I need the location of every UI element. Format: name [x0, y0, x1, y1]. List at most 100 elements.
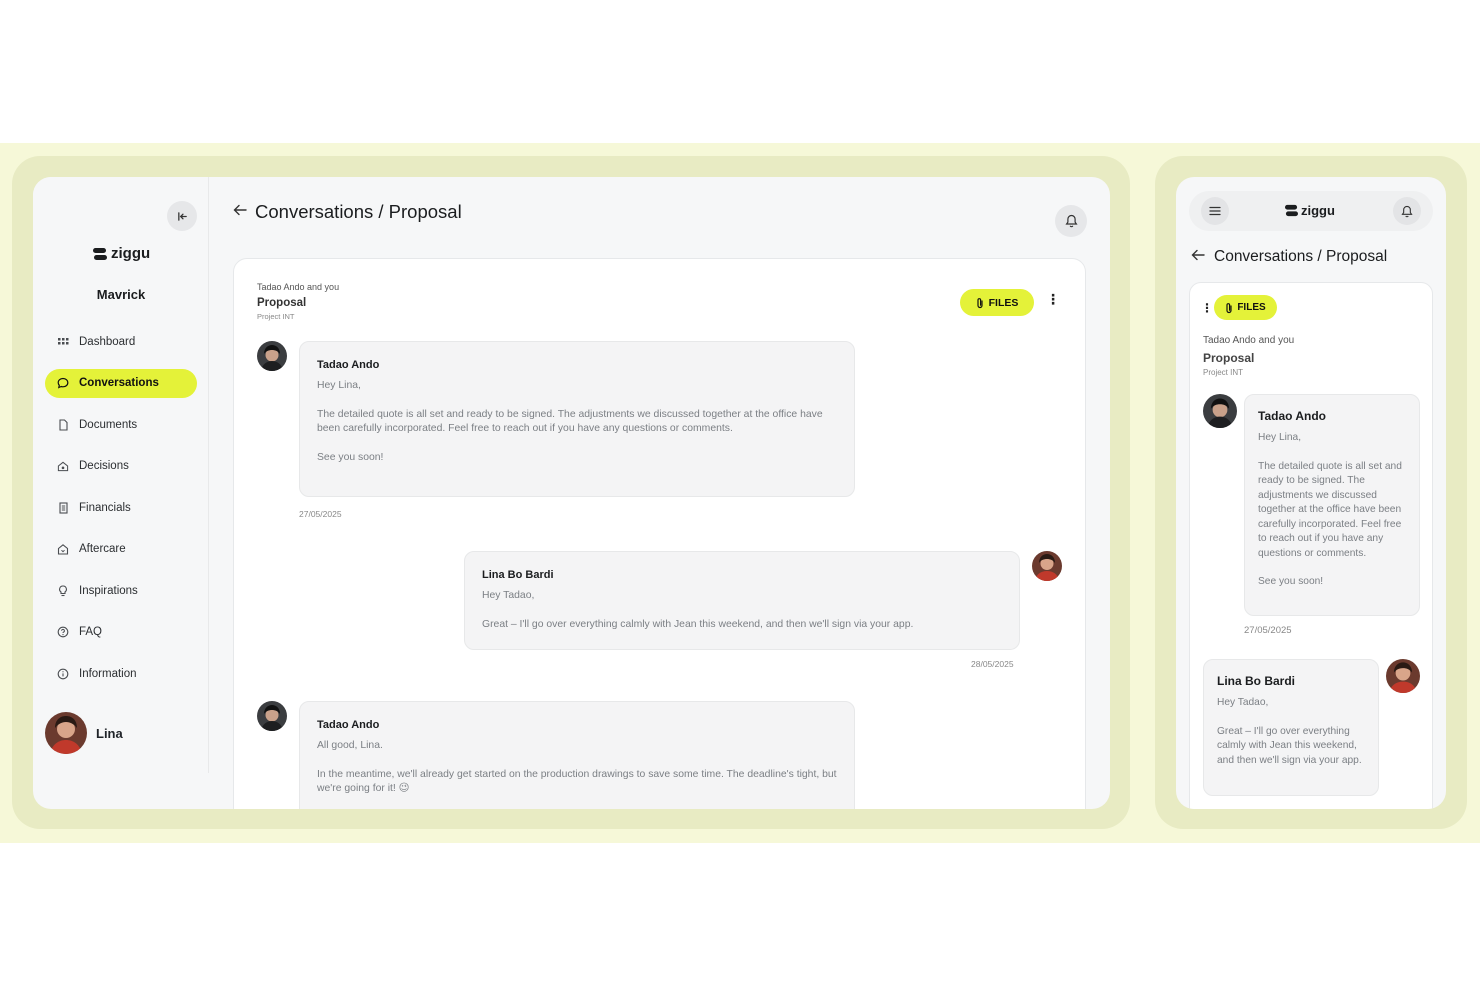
conversation-subject: Proposal	[1203, 351, 1255, 365]
decisions-icon	[57, 460, 69, 472]
sidebar: ziggu Mavrick Dashboard Conversations Do…	[33, 177, 209, 773]
sidebar-item-decisions[interactable]: Decisions	[45, 452, 197, 481]
files-button[interactable]: FILES	[960, 289, 1034, 316]
sidebar-item-label: Conversations	[79, 377, 159, 389]
desktop-window: ziggu Mavrick Dashboard Conversations Do…	[33, 177, 1110, 809]
collapse-sidebar-button[interactable]	[167, 201, 197, 231]
files-label: FILES	[988, 296, 1019, 309]
notifications-button[interactable]	[1393, 197, 1421, 225]
sidebar-item-label: Dashboard	[79, 335, 136, 348]
sidebar-item-label: Decisions	[79, 460, 129, 472]
current-user[interactable]: Lina	[45, 712, 123, 754]
ziggu-logo-icon	[1285, 204, 1298, 217]
user-name: Lina	[96, 725, 123, 741]
menu-button[interactable]	[1201, 197, 1229, 225]
message-bubble: Tadao Ando Hey Lina, The detailed quote …	[299, 341, 855, 497]
avatar	[257, 701, 287, 731]
notifications-button[interactable]	[1055, 205, 1087, 237]
sidebar-nav: Dashboard Conversations Documents Decisi…	[45, 327, 197, 701]
message-sender: Lina Bo Bardi	[1217, 674, 1296, 688]
brand-logo: ziggu	[93, 245, 150, 262]
document-icon	[57, 418, 69, 431]
mobile-topbar: ziggu	[1189, 191, 1433, 231]
sidebar-item-dashboard[interactable]: Dashboard	[45, 327, 197, 356]
sidebar-item-aftercare[interactable]: Aftercare	[45, 535, 197, 564]
bell-icon	[1064, 214, 1078, 228]
lightbulb-icon	[57, 584, 69, 597]
more-options-button[interactable]: ⋮	[1201, 301, 1213, 315]
message-sender: Tadao Ando	[317, 719, 380, 731]
sidebar-item-documents[interactable]: Documents	[45, 410, 197, 439]
message-greeting: Hey Tadao,	[482, 590, 535, 601]
sidebar-item-label: Documents	[79, 418, 138, 431]
receipt-icon	[57, 501, 69, 514]
message-sender: Lina Bo Bardi	[482, 569, 554, 581]
page-title: Conversations / Proposal	[255, 201, 462, 222]
project-label: Project INT	[1203, 368, 1244, 377]
ziggu-logo-icon	[93, 247, 107, 260]
back-button[interactable]	[233, 203, 247, 220]
message-bubble: Lina Bo Bardi Hey Tadao, Great – I'll go…	[1203, 659, 1379, 796]
back-button[interactable]	[1191, 248, 1205, 264]
message-date: 28/05/2025	[971, 659, 1014, 669]
message-body: In the meantime, we'll already get start…	[317, 768, 837, 795]
message-bubble: Tadao Ando Hey Lina, The detailed quote …	[1244, 394, 1420, 616]
chat-bubble-icon	[57, 377, 69, 389]
kebab-icon: ⋮	[1201, 301, 1213, 315]
conversation-card: Tadao Ando and you Proposal Project INT …	[233, 258, 1086, 809]
kebab-icon: ⋮	[1046, 291, 1060, 307]
more-options-button[interactable]: ⋮	[1046, 292, 1060, 306]
project-label: Project INT	[257, 312, 295, 321]
message-sender: Tadao Ando	[317, 359, 380, 371]
brand-name: ziggu	[1301, 203, 1335, 218]
sidebar-item-inspirations[interactable]: Inspirations	[45, 576, 197, 605]
paperclip-icon	[977, 297, 983, 308]
sidebar-item-conversations[interactable]: Conversations	[45, 368, 197, 398]
home-care-icon	[57, 543, 69, 555]
message-bubble: Tadao Ando All good, Lina. In the meanti…	[299, 701, 855, 809]
avatar	[257, 341, 287, 371]
paperclip-icon	[1226, 302, 1232, 313]
conversation-card: ⋮ FILES Tadao Ando and you Proposal Proj…	[1189, 282, 1433, 809]
participants: Tadao Ando and you	[1203, 335, 1295, 346]
message-greeting: Hey Lina,	[317, 380, 361, 391]
question-icon	[57, 626, 69, 638]
sidebar-item-label: Financials	[79, 501, 131, 514]
message-date: 27/05/2025	[299, 509, 342, 519]
files-button[interactable]: FILES	[1214, 295, 1277, 320]
message-closing: See you soon!	[1258, 576, 1324, 587]
sidebar-item-information[interactable]: Information	[45, 659, 197, 688]
message-body: Great – I'll go over everything calmly w…	[482, 618, 914, 630]
mobile-window: ziggu Conversations / Proposal ⋮ FILES T…	[1176, 177, 1446, 809]
brand-name: ziggu	[111, 245, 151, 262]
files-label: FILES	[1237, 302, 1266, 313]
message-body: The detailed quote is all set and ready …	[1258, 460, 1402, 559]
avatar	[1032, 551, 1062, 581]
participants: Tadao Ando and you	[257, 282, 340, 292]
avatar	[1203, 394, 1237, 428]
conversation-meta: Tadao Ando and you Proposal Project INT	[257, 282, 339, 321]
sidebar-item-financials[interactable]: Financials	[45, 493, 197, 522]
bell-icon	[1401, 205, 1413, 217]
collapse-icon	[177, 211, 187, 221]
sidebar-item-faq[interactable]: FAQ	[45, 618, 197, 647]
avatar	[45, 712, 87, 754]
sidebar-item-label: Information	[79, 667, 137, 680]
hamburger-icon	[1209, 206, 1221, 216]
main-content: Conversations / Proposal Tadao Ando and …	[209, 177, 1110, 809]
message-sender: Tadao Ando	[1258, 409, 1326, 423]
message-body: The detailed quote is all set and ready …	[317, 408, 823, 435]
project-name: Mavrick	[96, 287, 146, 302]
conversation-subject: Proposal	[257, 297, 307, 309]
sidebar-item-label: Aftercare	[79, 543, 126, 555]
message-greeting: Hey Lina,	[1258, 432, 1302, 443]
info-icon	[57, 668, 69, 680]
arrow-left-icon	[233, 204, 247, 216]
message-greeting: Hey Tadao,	[1217, 697, 1269, 708]
brand-logo: ziggu	[1285, 203, 1335, 218]
message-date: 27/05/2025	[1244, 625, 1292, 636]
message-greeting: All good, Lina.	[317, 740, 383, 751]
message-bubble: Lina Bo Bardi Hey Tadao, Great – I'll go…	[464, 551, 1020, 650]
message-body: Great – I'll go over everything calmly w…	[1217, 725, 1362, 766]
avatar	[1386, 659, 1420, 693]
